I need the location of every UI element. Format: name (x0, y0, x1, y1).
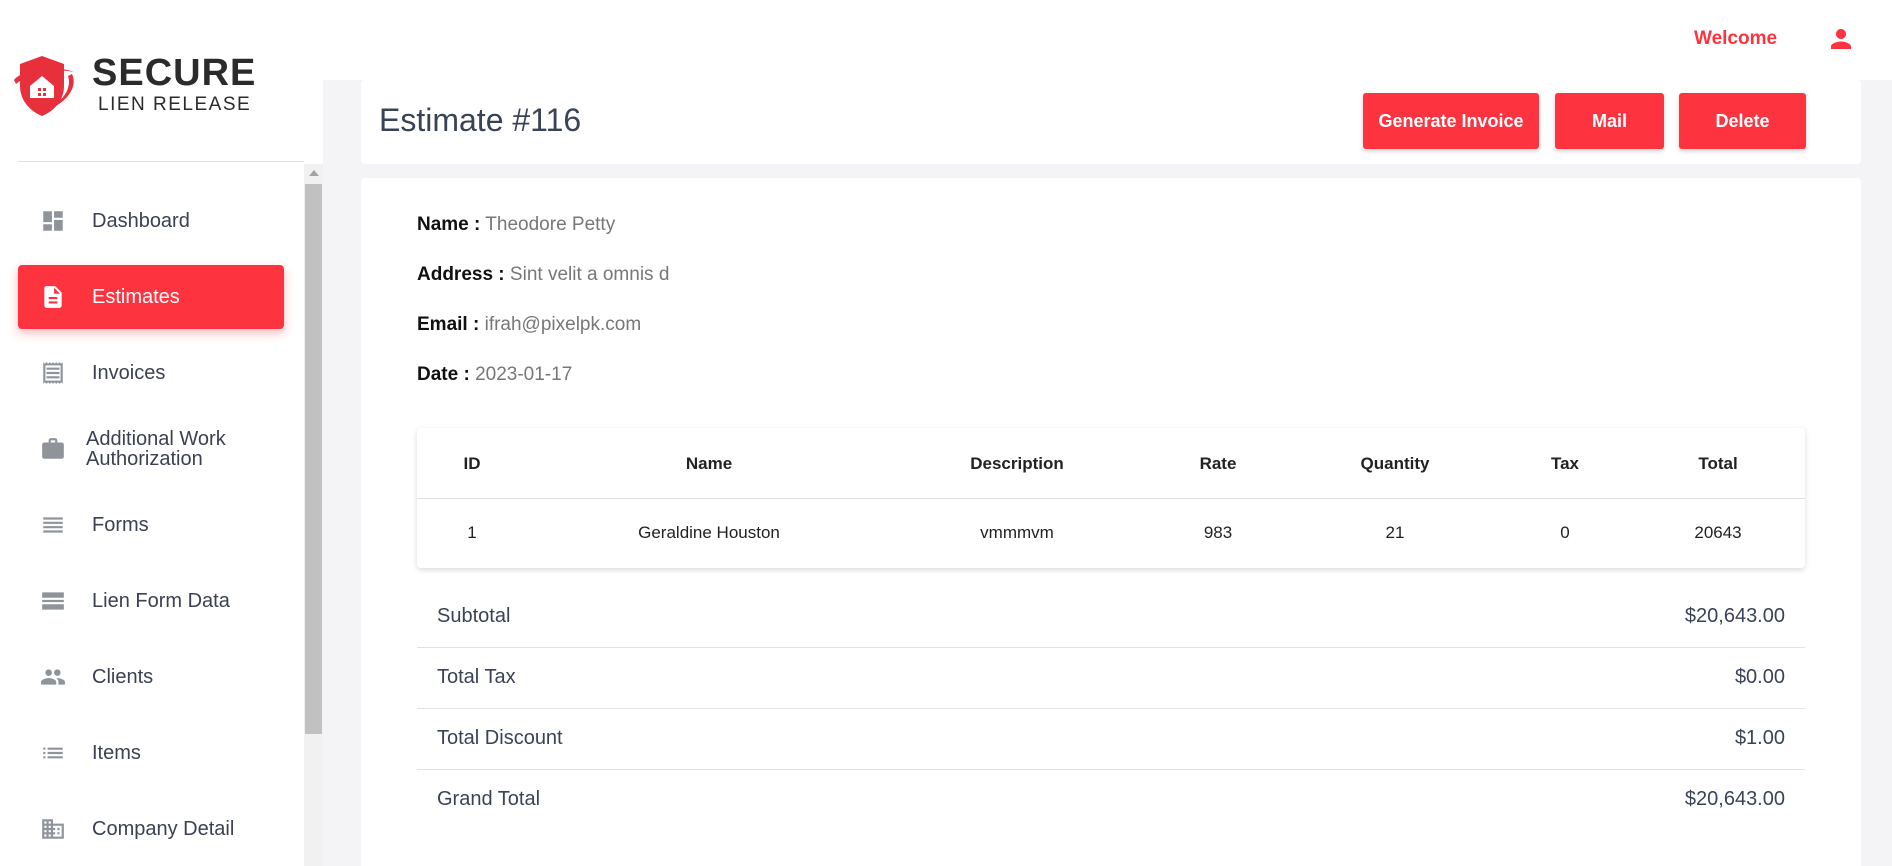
cell-name: Geraldine Houston (638, 523, 780, 542)
column-header-tax: Tax (1550, 454, 1580, 473)
account-icon[interactable] (1826, 24, 1856, 54)
email-label: Email : (417, 314, 480, 335)
customer-name: Theodore Petty (485, 214, 616, 235)
sidebar-nav: Dashboard Estimates Invoices Additional … (0, 164, 302, 866)
list-icon (40, 740, 66, 766)
total-discount-label: Total Discount (437, 727, 563, 749)
sidebar-item-label: Invoices (92, 362, 166, 384)
welcome-text: Welcome (1694, 28, 1778, 49)
grand-total-row: Grand Total $20,643.00 (417, 770, 1805, 831)
cell-id: 1 (467, 523, 477, 542)
customer-email: ifrah@pixelpk.com (484, 314, 642, 335)
customer-email-row: Email : ifrah@pixelpk.com (417, 314, 641, 336)
receipt-icon (40, 360, 66, 386)
delete-button[interactable]: Delete (1679, 93, 1806, 149)
totals-summary: Subtotal $20,643.00 Total Tax $0.00 Tota… (417, 587, 1805, 831)
sidebar-item-label: Items (92, 742, 141, 764)
total-discount-value: $1.00 (1734, 727, 1785, 749)
sidebar-item-company-detail[interactable]: Company Detail (18, 797, 284, 861)
sidebar-item-clients[interactable]: Clients (18, 645, 284, 709)
column-header-rate: Rate (1199, 454, 1237, 473)
sidebar-item-estimates[interactable]: Estimates (18, 265, 284, 329)
column-header-id: ID (463, 454, 481, 473)
subtotal-label: Subtotal (437, 605, 511, 627)
column-header-description: Description (970, 454, 1064, 473)
name-label: Name : (417, 214, 481, 235)
grand-total-value: $20,643.00 (1684, 788, 1785, 810)
sidebar-item-label: Company Detail (92, 818, 235, 840)
column-header-total: Total (1698, 454, 1738, 473)
scroll-up-arrow-icon[interactable] (309, 170, 319, 176)
cell-description: vmmmvm (980, 523, 1054, 542)
grand-total-label: Grand Total (437, 788, 541, 810)
sidebar-item-additional-work-authorization[interactable]: Additional Work Authorization (18, 417, 284, 481)
sidebar-item-forms[interactable]: Forms (18, 493, 284, 557)
cell-total: 20643 (1694, 523, 1742, 542)
sidebar-item-dashboard[interactable]: Dashboard (18, 189, 284, 253)
scrollbar-thumb[interactable] (305, 184, 322, 734)
brand-name-bottom: LIEN RELEASE (98, 94, 252, 115)
sidebar-item-lien-form-data[interactable]: Lien Form Data (18, 569, 284, 633)
address-label: Address : (417, 264, 505, 285)
dashboard-icon (40, 208, 66, 234)
column-header-name: Name (685, 454, 733, 473)
sidebar-item-label: Forms (92, 514, 149, 536)
estimate-date-row: Date : 2023-01-17 (417, 364, 572, 386)
sidebar-item-label: Dashboard (92, 210, 190, 232)
cell-rate: 983 (1203, 523, 1233, 542)
briefcase-icon (40, 436, 66, 462)
brand-name-top: SECURE (92, 52, 257, 94)
subtotal-value: $20,643.00 (1684, 605, 1785, 627)
cell-tax: 0 (1560, 523, 1570, 542)
generate-invoice-button[interactable]: Generate Invoice (1363, 93, 1539, 149)
customer-address: Sint velit a omnis d (509, 264, 670, 285)
list-lines-icon (40, 512, 66, 538)
mail-button[interactable]: Mail (1555, 93, 1664, 149)
sidebar-item-label: Clients (92, 666, 154, 688)
sidebar-item-items[interactable]: Items (18, 721, 284, 785)
date-label: Date : (417, 364, 470, 385)
sidebar-item-label: Lien Form Data (92, 590, 230, 612)
sidebar-item-invoices[interactable]: Invoices (18, 341, 284, 405)
total-tax-value: $0.00 (1734, 666, 1785, 688)
customer-address-row: Address : Sint velit a omnis d (417, 264, 669, 286)
sidebar-divider (18, 161, 304, 162)
estimate-header: Estimate #116 Generate Invoice Mail Dele… (361, 80, 1861, 164)
people-icon (40, 664, 66, 690)
estimate-date: 2023-01-17 (475, 364, 573, 385)
total-tax-row: Total Tax $0.00 (417, 648, 1805, 709)
customer-name-row: Name : Theodore Petty (417, 214, 615, 236)
total-tax-label: Total Tax (437, 666, 516, 688)
storage-icon (40, 588, 66, 614)
main-content: Estimate #116 Generate Invoice Mail Dele… (323, 80, 1892, 866)
total-discount-row: Total Discount $1.00 (417, 709, 1805, 770)
items-table: ID Name Description Rate Quantity Tax To… (417, 428, 1805, 568)
sidebar-item-label: Additional Work Authorization (86, 428, 226, 470)
sidebar: SECURE LIEN RELEASE Dashboard Estimates … (0, 0, 323, 866)
sidebar-scrollbar[interactable] (304, 164, 323, 866)
subtotal-row: Subtotal $20,643.00 (417, 587, 1805, 648)
document-icon (40, 284, 66, 310)
building-icon (40, 816, 66, 842)
cell-quantity: 21 (1385, 523, 1405, 542)
estimate-details: Name : Theodore Petty Address : Sint vel… (361, 178, 1861, 866)
sidebar-item-label: Estimates (92, 286, 180, 308)
table-header-divider (417, 498, 1805, 499)
shield-house-icon (14, 56, 74, 116)
column-header-quantity: Quantity (1360, 454, 1430, 473)
page-title: Estimate #116 (379, 102, 582, 138)
